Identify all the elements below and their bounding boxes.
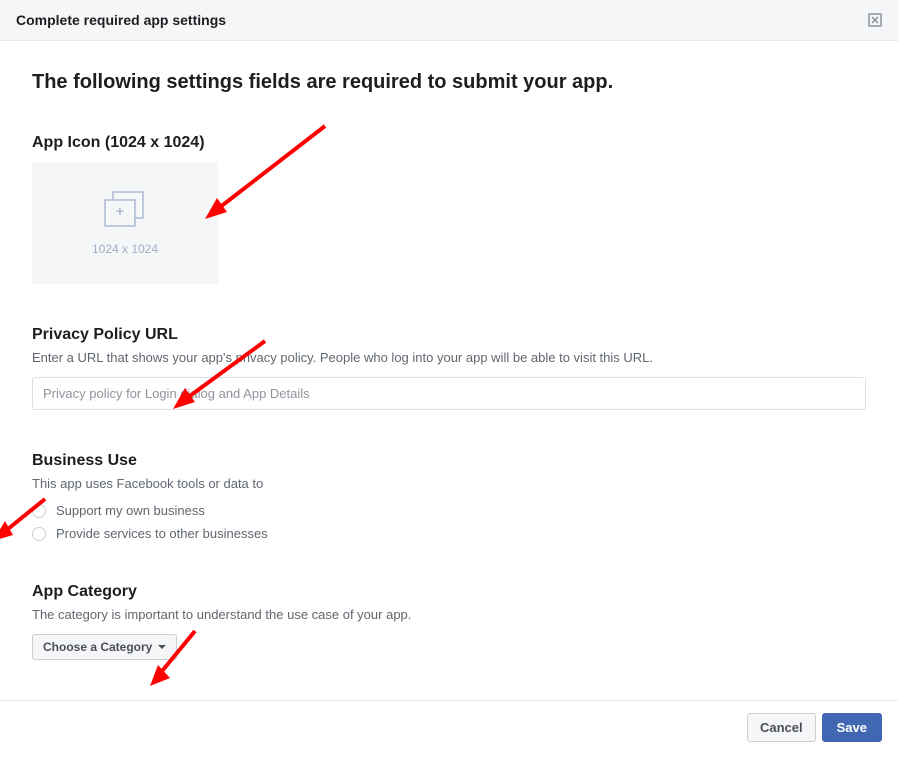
privacy-url-input[interactable] — [32, 377, 866, 410]
category-desc: The category is important to understand … — [32, 607, 866, 622]
category-title: App Category — [32, 583, 866, 601]
section-business: Business Use This app uses Facebook tool… — [32, 452, 866, 541]
section-app-icon: App Icon (1024 x 1024) + 1024 x 1024 — [32, 134, 866, 284]
privacy-title: Privacy Policy URL — [32, 326, 866, 344]
radio-own-label[interactable]: Support my own business — [56, 503, 205, 518]
close-icon[interactable] — [868, 13, 882, 27]
radio-own-business[interactable] — [32, 504, 46, 518]
category-dropdown[interactable]: Choose a Category — [32, 634, 177, 660]
radio-services-label[interactable]: Provide services to other businesses — [56, 526, 268, 541]
radio-services[interactable] — [32, 527, 46, 541]
dialog-content: The following settings fields are requir… — [0, 41, 898, 700]
chevron-down-icon — [158, 645, 166, 649]
dialog-header: Complete required app settings — [0, 0, 898, 41]
radio-row-services: Provide services to other businesses — [32, 526, 866, 541]
save-button[interactable]: Save — [822, 713, 882, 742]
icon-upload-area[interactable]: + 1024 x 1024 — [32, 162, 218, 284]
dialog-footer: Cancel Save — [0, 700, 898, 754]
dialog-title: Complete required app settings — [16, 12, 226, 28]
business-desc: This app uses Facebook tools or data to — [32, 476, 866, 491]
radio-row-own: Support my own business — [32, 503, 866, 518]
app-icon-title: App Icon (1024 x 1024) — [32, 134, 866, 152]
section-privacy: Privacy Policy URL Enter a URL that show… — [32, 326, 866, 410]
business-title: Business Use — [32, 452, 866, 470]
main-heading: The following settings fields are requir… — [32, 71, 866, 94]
svg-text:+: + — [116, 203, 124, 219]
cancel-button[interactable]: Cancel — [747, 713, 816, 742]
dropdown-label: Choose a Category — [43, 640, 152, 654]
image-placeholder-icon: + — [101, 190, 149, 230]
icon-dimensions: 1024 x 1024 — [92, 242, 158, 256]
section-category: App Category The category is important t… — [32, 583, 866, 660]
privacy-desc: Enter a URL that shows your app's privac… — [32, 350, 866, 365]
